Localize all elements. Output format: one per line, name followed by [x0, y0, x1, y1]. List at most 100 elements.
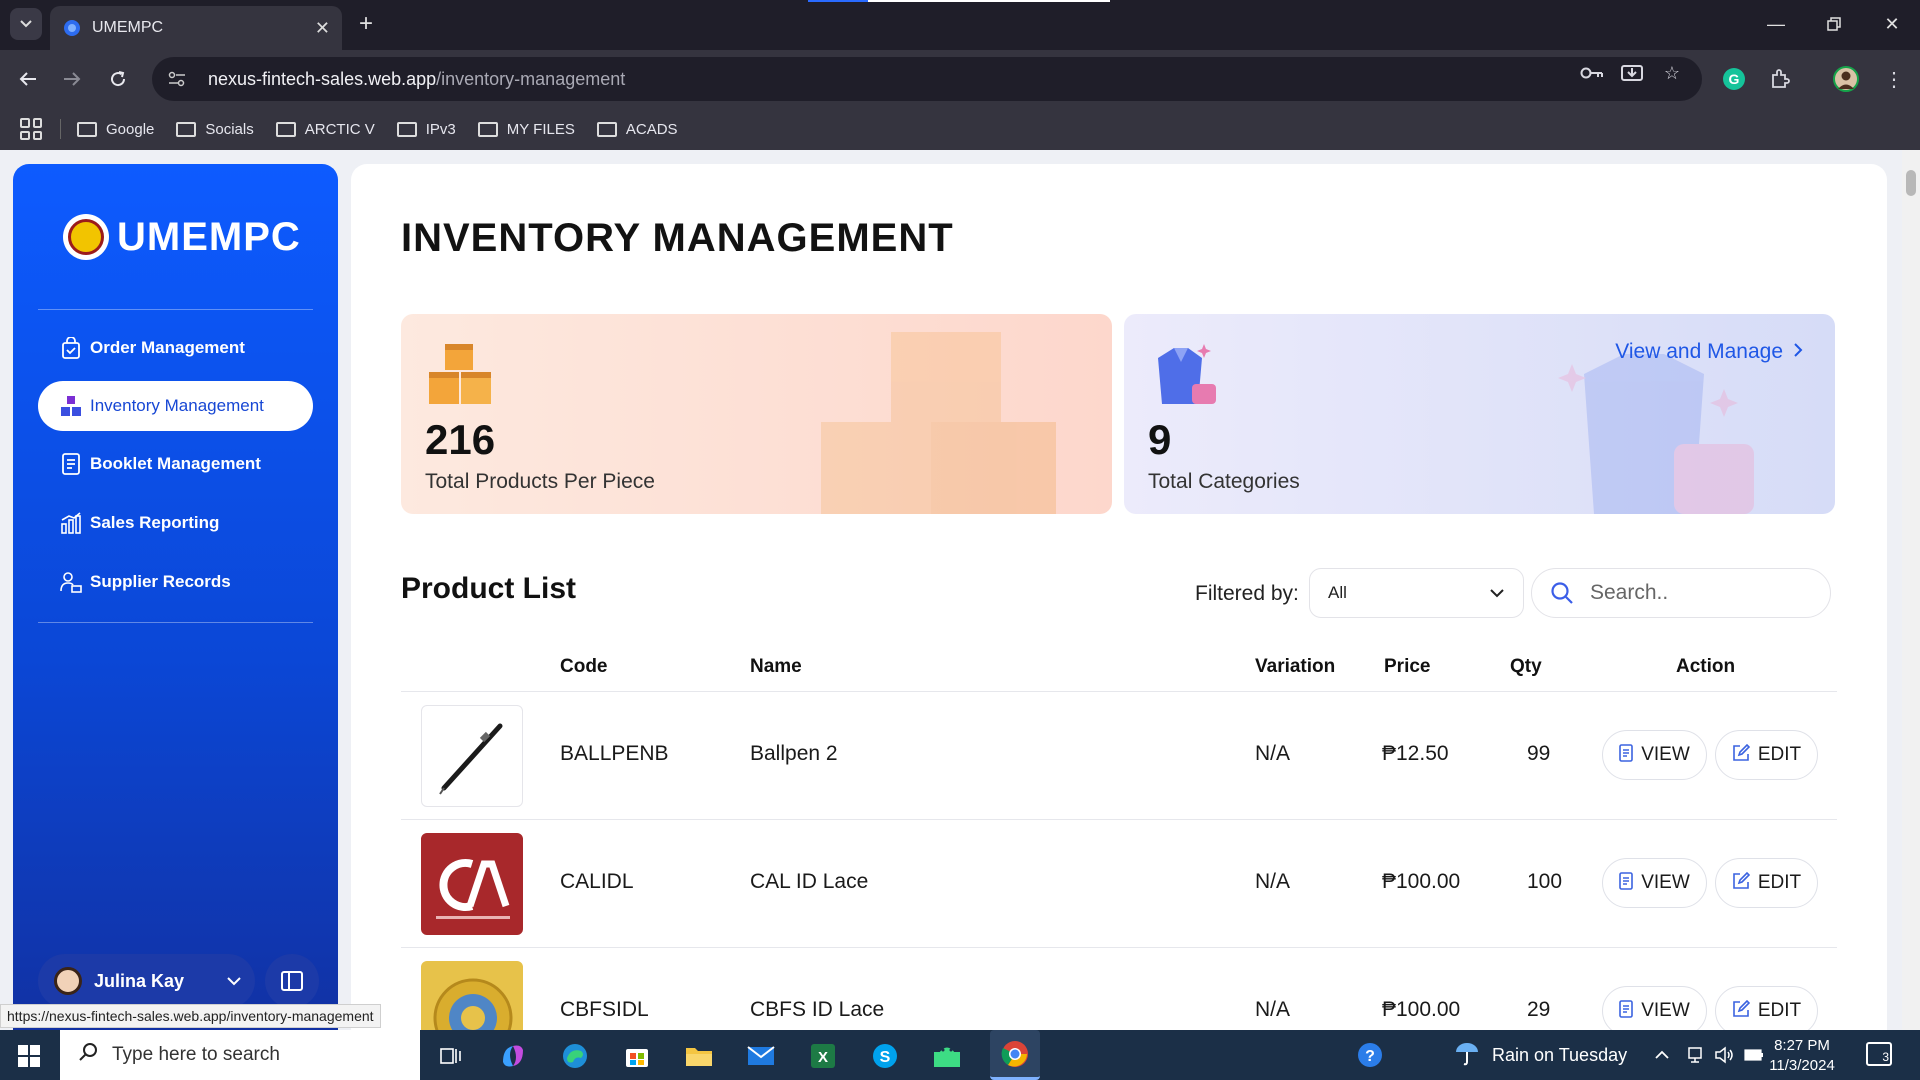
address-bar[interactable]: nexus-fintech-sales.web.app/inventory-ma…: [152, 57, 1702, 101]
view-button[interactable]: VIEW: [1602, 858, 1707, 908]
search-input[interactable]: [1590, 581, 1800, 605]
sidebar-item-inventory-management[interactable]: Inventory Management: [38, 381, 313, 431]
column-header-name[interactable]: Name: [750, 656, 802, 678]
edge-icon[interactable]: [558, 1039, 592, 1073]
bookmark-folder[interactable]: ACADS: [596, 121, 678, 138]
chrome-taskbar-icon[interactable]: [990, 1030, 1040, 1080]
view-button[interactable]: VIEW: [1602, 730, 1707, 780]
taskbar-search-placeholder: Type here to search: [112, 1044, 280, 1065]
search-icon: [1551, 582, 1573, 604]
column-header-price[interactable]: Price: [1384, 656, 1430, 678]
search-box[interactable]: [1531, 568, 1831, 618]
notification-center-icon[interactable]: 3: [1866, 1042, 1892, 1066]
network-icon[interactable]: [1686, 1030, 1704, 1080]
product-price: ₱100.00: [1382, 870, 1461, 893]
chevron-down-icon: [20, 20, 32, 28]
folder-icon: [77, 121, 97, 137]
install-app-icon[interactable]: [1620, 61, 1644, 85]
edit-button[interactable]: EDIT: [1715, 986, 1818, 1030]
bookmark-folder[interactable]: Socials: [176, 120, 254, 138]
password-key-icon[interactable]: [1580, 61, 1604, 85]
taskbar-search[interactable]: Type here to search: [60, 1030, 420, 1080]
filter-label: Filtered by:: [1195, 582, 1299, 605]
profile-avatar[interactable]: [1830, 63, 1862, 95]
reload-button[interactable]: [102, 63, 134, 95]
bookmark-label: Socials: [205, 120, 254, 138]
category-filter-select[interactable]: All: [1309, 568, 1524, 618]
apps-grid-icon[interactable]: [20, 118, 42, 140]
edit-icon: [1732, 871, 1750, 895]
user-name: Julina Kay: [94, 970, 185, 991]
filter-value: All: [1328, 583, 1347, 602]
collapse-sidebar-button[interactable]: [265, 954, 319, 1008]
browser-tab[interactable]: UMEMPC ✕: [50, 6, 342, 50]
more-menu-icon[interactable]: ⋮: [1878, 63, 1910, 95]
product-table: Code Name Variation Price Qty Action BAL…: [401, 642, 1837, 1030]
page-viewport: UMEMPC Order Management Inventory Manage…: [0, 150, 1920, 1030]
sidebar-item-booklet-management[interactable]: Booklet Management: [38, 439, 313, 489]
sidebar-divider: [38, 309, 313, 310]
tab-search-button[interactable]: [10, 8, 42, 40]
total-categories-label: Total Categories: [1148, 470, 1300, 493]
page-scrollbar[interactable]: [1902, 150, 1920, 1030]
file-explorer-icon[interactable]: [682, 1039, 716, 1073]
skype-icon[interactable]: S: [868, 1039, 902, 1073]
column-header-action: Action: [1676, 656, 1736, 677]
grammarly-icon[interactable]: G: [1718, 63, 1750, 95]
extensions-icon[interactable]: [1764, 63, 1796, 95]
bookmark-label: ARCTIC V: [304, 120, 375, 138]
sidebar-toggle-icon: [281, 971, 303, 991]
bookmark-folder[interactable]: MY FILES: [477, 121, 575, 138]
brand[interactable]: UMEMPC: [63, 214, 301, 260]
close-tab-icon[interactable]: ✕: [315, 18, 330, 39]
bookmark-folder[interactable]: IPv3: [396, 120, 456, 138]
edit-button[interactable]: EDIT: [1715, 858, 1818, 908]
bookmark-folder[interactable]: Google: [77, 121, 154, 138]
scrollbar-thumb[interactable]: [1906, 170, 1916, 196]
view-button[interactable]: VIEW: [1602, 986, 1707, 1030]
view-and-manage-link[interactable]: View and Manage: [1615, 340, 1803, 364]
edit-icon: [1732, 743, 1750, 767]
back-button[interactable]: [12, 63, 44, 95]
task-view-icon[interactable]: [434, 1039, 468, 1073]
sidebar-item-sales-reporting[interactable]: Sales Reporting: [38, 498, 313, 548]
taskbar-clock[interactable]: 8:27 PM 11/3/2024: [1752, 1036, 1852, 1076]
new-tab-button[interactable]: +: [352, 10, 380, 38]
volume-icon[interactable]: [1714, 1030, 1734, 1080]
column-header-code[interactable]: Code: [560, 656, 608, 678]
weather-text: Rain on Tuesday: [1492, 1044, 1628, 1065]
bookmark-label: IPv3: [425, 120, 456, 138]
microsoft-store-icon[interactable]: [620, 1039, 654, 1073]
minimize-button[interactable]: —: [1756, 8, 1796, 40]
column-header-variation[interactable]: Variation: [1255, 656, 1335, 678]
android-studio-icon[interactable]: [930, 1039, 964, 1073]
folder-icon: [176, 121, 197, 137]
restore-button[interactable]: [1814, 8, 1854, 40]
folder-icon: [596, 121, 617, 137]
weather-widget[interactable]: Rain on Tuesday: [1454, 1030, 1627, 1080]
page-title: INVENTORY MANAGEMENT: [401, 216, 954, 260]
forward-button[interactable]: [56, 63, 88, 95]
site-info-icon[interactable]: [168, 69, 188, 89]
user-menu[interactable]: Julina Kay: [38, 954, 255, 1008]
copilot-icon[interactable]: [496, 1039, 530, 1073]
bookmark-label: Google: [106, 120, 155, 138]
sidebar-item-label: Sales Reporting: [90, 513, 220, 532]
bookmark-folder[interactable]: ARCTIC V: [275, 120, 375, 138]
close-window-button[interactable]: ✕: [1872, 8, 1912, 40]
windows-start-icon[interactable]: [18, 1045, 40, 1067]
mail-icon[interactable]: [744, 1039, 778, 1073]
column-header-qty[interactable]: Qty: [1510, 656, 1542, 678]
bookmark-star-icon[interactable]: ☆: [1660, 61, 1684, 85]
svg-text:?: ?: [1365, 1048, 1375, 1065]
tray-chevron-icon[interactable]: [1654, 1030, 1670, 1080]
edit-button[interactable]: EDIT: [1715, 730, 1818, 780]
sidebar-item-supplier-records[interactable]: Supplier Records: [38, 557, 313, 607]
bookmark-separator: [60, 119, 61, 139]
excel-icon[interactable]: X: [806, 1039, 840, 1073]
url-host: nexus-fintech-sales.web.app: [208, 68, 437, 89]
sidebar-item-order-management[interactable]: Order Management: [38, 323, 313, 373]
back-arrow-icon: [19, 72, 36, 86]
help-icon[interactable]: ?: [1356, 1030, 1384, 1080]
svg-text:S: S: [880, 1049, 891, 1066]
